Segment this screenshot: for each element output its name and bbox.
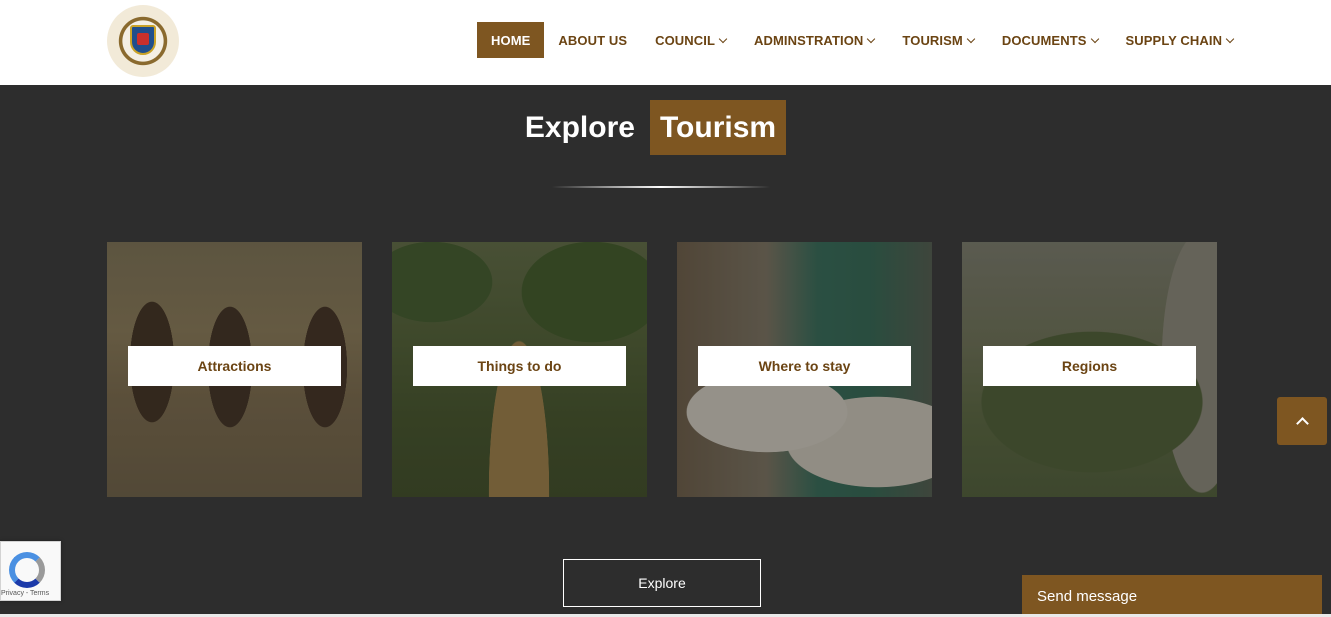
card-label[interactable]: Where to stay — [698, 346, 911, 386]
chevron-down-icon — [718, 34, 728, 43]
nav-supply-chain[interactable]: SUPPLY CHAIN — [1112, 22, 1248, 58]
nav-about-us-label: ABOUT US — [558, 32, 628, 48]
nav-home[interactable]: HOME — [477, 22, 545, 58]
nav-adminstration[interactable]: ADMINSTRATION — [740, 22, 888, 58]
site-header: HOME ABOUT US COUNCIL ADMINSTRATION TOUR… — [0, 0, 1331, 85]
chevron-down-icon — [867, 34, 876, 43]
coat-of-arms-icon — [130, 25, 156, 55]
chevron-down-icon — [966, 34, 976, 43]
nav-tourism[interactable]: TOURISM — [888, 22, 987, 58]
explore-button[interactable]: Explore — [563, 559, 761, 607]
nav-documents-label: DOCUMENTS — [1001, 32, 1087, 48]
card-label[interactable]: Things to do — [413, 346, 626, 386]
heading-divider — [552, 186, 770, 188]
chevron-down-icon — [1225, 34, 1235, 43]
nav-documents[interactable]: DOCUMENTS — [988, 22, 1112, 58]
nav-about-us[interactable]: ABOUT US — [544, 22, 641, 58]
recaptcha-icon — [9, 552, 45, 588]
main-nav: HOME ABOUT US COUNCIL ADMINSTRATION TOUR… — [477, 22, 1247, 58]
heading-highlight: Tourism — [649, 100, 787, 155]
nav-adminstration-label: ADMINSTRATION — [754, 32, 864, 48]
card-things-to-do[interactable]: Things to do — [392, 242, 647, 497]
section-heading: Explore Tourism — [0, 100, 1331, 155]
card-attractions[interactable]: Attractions — [107, 242, 362, 497]
nav-council[interactable]: COUNCIL — [641, 22, 740, 58]
nav-tourism-label: TOURISM — [902, 32, 963, 48]
recaptcha-badge[interactable]: Privacy - Terms — [0, 541, 61, 601]
nav-home-label: HOME — [491, 32, 531, 48]
card-where-to-stay[interactable]: Where to stay — [677, 242, 932, 497]
recaptcha-terms[interactable]: Privacy - Terms — [1, 590, 61, 597]
chevron-up-icon — [1295, 417, 1309, 430]
municipality-logo[interactable] — [107, 5, 179, 77]
chevron-down-icon — [1090, 34, 1099, 43]
card-label[interactable]: Regions — [983, 346, 1196, 386]
card-label[interactable]: Attractions — [128, 346, 341, 386]
heading-word: Explore — [524, 110, 635, 144]
nav-council-label: COUNCIL — [655, 32, 716, 48]
back-to-top-button[interactable] — [1277, 397, 1327, 445]
card-regions[interactable]: Regions — [962, 242, 1217, 497]
send-message-button[interactable]: Send message — [1022, 575, 1322, 617]
nav-supply-chain-label: SUPPLY CHAIN — [1125, 32, 1223, 48]
send-message-label: Send message — [1037, 587, 1138, 605]
